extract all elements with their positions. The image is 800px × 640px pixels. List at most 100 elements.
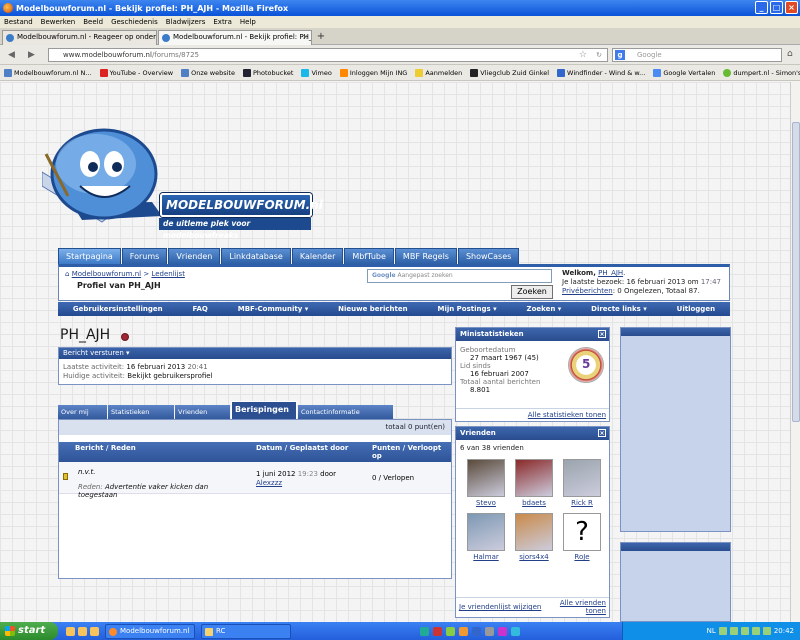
friend-name-link[interactable]: Stevo (476, 499, 496, 507)
friend-item[interactable]: Rick R (558, 459, 606, 507)
tray-icon[interactable] (446, 626, 455, 636)
collapse-icon[interactable]: × (598, 330, 606, 338)
menu-geschiedenis[interactable]: Geschiedenis (111, 16, 158, 28)
all-stats-link[interactable]: Alle statistieken tonen (528, 411, 606, 419)
friend-name-link[interactable]: RoJe (574, 553, 589, 561)
menu-help[interactable]: Help (240, 16, 256, 28)
friend-item[interactable]: bdaets (510, 459, 558, 507)
bookmark-item[interactable]: Inloggen Mijn ING (339, 65, 407, 80)
url-bar[interactable]: www.modelbouwforum.nl/forums/8725 ☆ ↻ (48, 48, 608, 62)
tab-mbftube[interactable]: MbfTube (344, 248, 394, 264)
friend-item[interactable]: ? RoJe (558, 513, 606, 561)
bookmark-item[interactable]: Onze website (181, 65, 235, 80)
tray-icon[interactable] (511, 626, 520, 636)
breadcrumb-home-link[interactable]: Modelbouwforum.nl (72, 270, 141, 278)
bookmark-item[interactable]: Vimeo (301, 65, 332, 80)
menu-bestand[interactable]: Bestand (4, 16, 33, 28)
bookmark-item[interactable]: Modelbouwforum.nl N... (4, 65, 92, 80)
friend-name-link[interactable]: Halmar (473, 553, 498, 561)
bookmark-item[interactable]: Aanmelden (415, 65, 462, 80)
page-scrollbar[interactable] (790, 82, 800, 622)
all-friends-link[interactable]: Alle vrienden tonen (554, 599, 606, 615)
subnav-directe-links[interactable]: Directe links ▾ (591, 305, 647, 313)
browser-tab-reageer[interactable]: Modelbouwforum.nl - Reageer op onder... (2, 30, 157, 45)
language-indicator[interactable]: NL (707, 627, 716, 635)
network-icon[interactable] (718, 627, 727, 635)
home-icon[interactable]: ⌂ (787, 49, 793, 59)
tab-vrienden-profile[interactable]: Vrienden (175, 405, 230, 419)
friend-avatar[interactable] (467, 513, 505, 551)
menu-beeld[interactable]: Beeld (83, 16, 103, 28)
quicklaunch-icon[interactable] (78, 626, 87, 636)
browser-search-input[interactable]: g Google (612, 48, 782, 62)
friend-avatar[interactable]: ? (563, 513, 601, 551)
friend-item[interactable]: Stevo (462, 459, 510, 507)
reload-icon[interactable]: ↻ (596, 49, 602, 61)
maximize-button[interactable]: □ (770, 1, 783, 14)
subnav-uitloggen[interactable]: Uitloggen (677, 305, 715, 313)
subnav-gebruikersinstellingen[interactable]: Gebruikersinstellingen (73, 305, 163, 313)
tray-icon[interactable] (485, 626, 494, 636)
tab-contactinformatie[interactable]: Contactinformatie (298, 405, 393, 419)
minimize-button[interactable]: _ (755, 1, 768, 14)
tray-icon[interactable] (459, 626, 468, 636)
subnav-mijn-postings[interactable]: Mijn Postings ▾ (437, 305, 496, 313)
friend-item[interactable]: Halmar (462, 513, 510, 561)
security-icon[interactable] (740, 627, 749, 635)
friend-name-link[interactable]: sjors4x4 (519, 553, 548, 561)
tray-icon[interactable] (472, 626, 481, 636)
tray-icon[interactable] (433, 626, 442, 636)
tab-forums[interactable]: Forums (121, 248, 168, 264)
tray-icon[interactable] (751, 627, 760, 635)
volume-icon[interactable] (729, 627, 738, 635)
tray-icon[interactable] (420, 626, 429, 636)
warning-poster-link[interactable]: Alexzzz (256, 479, 282, 487)
close-tab-icon[interactable]: × (302, 31, 308, 44)
bookmark-item[interactable]: Vliegclub Zuid Ginkel (470, 65, 549, 80)
menu-extra[interactable]: Extra (213, 16, 231, 28)
bookmark-item[interactable]: Photobucket (242, 65, 293, 80)
friend-avatar[interactable] (515, 459, 553, 497)
bookmark-item[interactable]: dumpert.nl - Simon's C... (723, 65, 800, 80)
tab-vrienden[interactable]: Vrienden (168, 248, 221, 264)
tab-showcases[interactable]: ShowCases (457, 248, 520, 264)
quicklaunch-icon[interactable] (66, 626, 75, 636)
send-message-button[interactable]: Bericht versturen ▾ (59, 348, 451, 359)
quicklaunch-icon[interactable] (90, 626, 99, 636)
friend-avatar[interactable] (563, 459, 601, 497)
new-tab-button[interactable]: + (314, 30, 328, 44)
collapse-icon[interactable]: × (598, 429, 606, 437)
tab-linkdatabase[interactable]: Linkdatabase (221, 248, 291, 264)
taskbar-folder-rc[interactable]: RC (201, 623, 291, 639)
forward-arrow-icon[interactable]: ▶ (28, 50, 35, 60)
tab-berispingen[interactable]: Berispingen (231, 401, 297, 419)
edit-friends-link[interactable]: Je vriendenlijst wijzigen (459, 603, 541, 611)
subnav-zoeken[interactable]: Zoeken ▾ (527, 305, 562, 313)
tray-icon[interactable] (498, 626, 507, 636)
menu-bewerken[interactable]: Bewerken (41, 16, 76, 28)
close-button[interactable]: × (785, 1, 798, 14)
bookmark-item[interactable]: Windfinder - Wind & w... (557, 65, 645, 80)
friend-name-link[interactable]: bdaets (522, 499, 546, 507)
tab-startpagina[interactable]: Startpagina (58, 248, 121, 264)
subnav-faq[interactable]: FAQ (193, 305, 208, 313)
breadcrumb-ledenlijst-link[interactable]: Ledenlijst (151, 270, 185, 278)
tray-icon[interactable] (762, 627, 771, 635)
tab-statistieken[interactable]: Statistieken (108, 405, 174, 419)
tab-over-mij[interactable]: Over mij (58, 405, 107, 419)
bookmark-item[interactable]: YouTube - Overview (99, 65, 173, 80)
taskbar-firefox[interactable]: Modelbouwforum.nl - ... (105, 623, 195, 640)
bookmark-item[interactable]: Google Vertalen (653, 65, 715, 80)
friend-item[interactable]: sjors4x4 (510, 513, 558, 561)
site-search-input[interactable]: Google Aangepast zoeken (367, 269, 552, 283)
tab-kalender[interactable]: Kalender (291, 248, 344, 264)
private-messages-link[interactable]: Privéberichten (562, 287, 613, 295)
subnav-nieuwe-berichten[interactable]: Nieuwe berichten (338, 305, 407, 313)
friend-avatar[interactable] (515, 513, 553, 551)
start-button[interactable]: start (0, 622, 58, 640)
menu-bladwijzers[interactable]: Bladwijzers (166, 16, 206, 28)
scrollbar-thumb[interactable] (792, 122, 800, 422)
browser-tab-profiel[interactable]: Modelbouwforum.nl - Bekijk profiel: PH_A… (158, 30, 312, 45)
site-logo[interactable]: MODELBOUWFORUM.nl de uitleme plek voor m… (41, 124, 323, 240)
friend-name-link[interactable]: Rick R (571, 499, 593, 507)
